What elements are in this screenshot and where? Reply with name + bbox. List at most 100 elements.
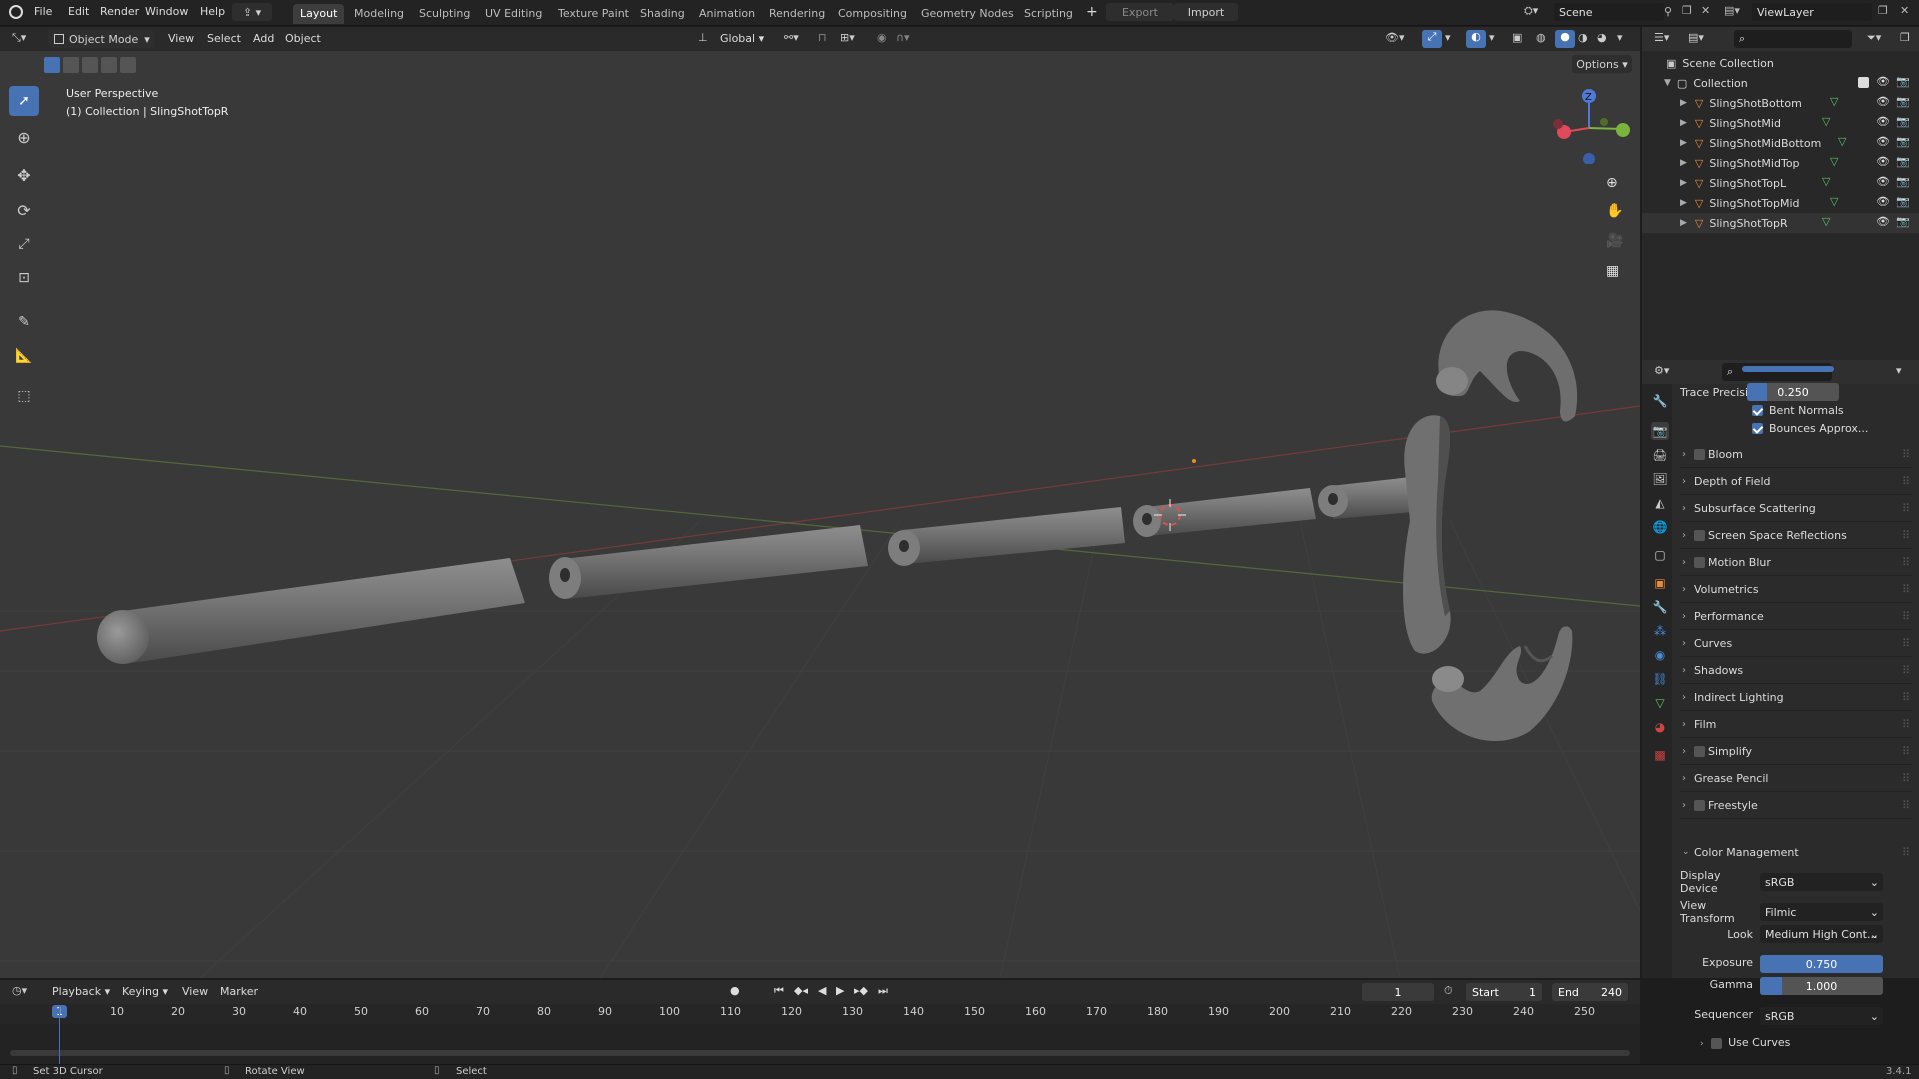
panel-enable-checkbox[interactable] (1694, 746, 1705, 757)
jump-end-icon[interactable]: ⏭ (878, 984, 888, 998)
eye-icon[interactable]: 👁 (1876, 215, 1890, 228)
jump-start-icon[interactable]: ⏮ (774, 984, 784, 998)
expand-arrow-icon[interactable]: ▶ (1680, 98, 1687, 108)
drag-handle-icon[interactable]: ⠿ (1902, 556, 1910, 569)
tab-shading[interactable]: Shading (633, 4, 692, 24)
tab-geometry-nodes[interactable]: Geometry Nodes (914, 4, 1021, 24)
display-device-select[interactable]: sRGB ⌄ (1760, 873, 1883, 891)
constraints-tab-icon[interactable]: ⛓ (1651, 670, 1669, 688)
delete-scene-icon[interactable]: ✕ (1701, 4, 1710, 17)
color-management-header[interactable]: ⌄ Color Management ⠿ (1680, 840, 1913, 864)
move-tool[interactable]: ✥ (9, 160, 39, 190)
view-layer-selector[interactable]: ViewLayer (1752, 3, 1872, 21)
play-reverse-icon[interactable]: ◀ (818, 984, 826, 997)
scene-tab-icon[interactable]: ◭ (1651, 494, 1669, 512)
transform-orientation-icon[interactable]: ⊥ (698, 31, 708, 44)
menu-view[interactable]: View (168, 32, 194, 45)
camera-render-icon[interactable]: 📷 (1896, 175, 1910, 188)
outliner-object-row[interactable]: ▶ ▽ SlingShotTopR ▽ 👁 📷 (1642, 213, 1919, 233)
panel-header[interactable]: › Curves ⠿ (1680, 631, 1913, 657)
expand-arrow-icon[interactable]: ▶ (1680, 118, 1687, 128)
editor-type-icon[interactable]: ⤡▾ (12, 31, 26, 45)
transform-tool[interactable]: ⊡ (9, 263, 39, 293)
tab-sculpting[interactable]: Sculpting (412, 4, 477, 24)
drag-handle-icon[interactable]: ⠿ (1902, 718, 1910, 731)
output-tab-icon[interactable]: 🖨 (1651, 446, 1669, 464)
scale-tool[interactable]: ⤢ (9, 229, 39, 259)
select-box-tool[interactable]: ➚ (9, 86, 39, 116)
delete-view-layer-icon[interactable]: ✕ (1900, 4, 1909, 17)
sequencer-select[interactable]: sRGB ⌄ (1760, 1007, 1883, 1025)
panel-enable-checkbox[interactable] (1694, 449, 1705, 460)
expand-arrow-icon[interactable]: ▶ (1680, 138, 1687, 148)
eye-icon[interactable]: 👁 (1876, 135, 1890, 148)
select-intersect-icon[interactable] (120, 57, 136, 73)
panel-header[interactable]: › Volumetrics ⠿ (1680, 577, 1913, 603)
camera-icon[interactable]: 🎥 (1606, 233, 1623, 249)
bounces-approx-row[interactable]: Bounces Approx... (1680, 416, 1913, 440)
render-tab-icon[interactable]: 📷 (1651, 422, 1669, 440)
object-tab-icon[interactable]: ▣ (1651, 574, 1669, 592)
navigation-gizmo[interactable]: Z (1552, 84, 1632, 164)
menu-view[interactable]: View (182, 985, 208, 998)
select-subtract-icon[interactable] (82, 57, 98, 73)
outliner-object-row[interactable]: ▶ ▽ SlingShotMidTop ▽ 👁 📷 (1642, 153, 1919, 173)
editor-type-icon[interactable]: ☰▾ (1654, 31, 1669, 44)
current-frame-field[interactable]: 1 (1362, 983, 1434, 1001)
panel-enable-checkbox[interactable] (1694, 557, 1705, 568)
eye-icon[interactable]: 👁 (1876, 175, 1890, 188)
collection-row[interactable]: ▼ ▢ Collection 👁 📷 (1642, 73, 1919, 93)
display-mode-icon[interactable]: ▤▾ (1688, 31, 1704, 44)
tab-compositing[interactable]: Compositing (831, 4, 914, 24)
drag-handle-icon[interactable]: ⠿ (1902, 637, 1910, 650)
grid-perspective-icon[interactable]: ▦ (1606, 263, 1619, 279)
menu-keying[interactable]: Keying ▾ (122, 985, 168, 998)
menu-window[interactable]: Window (145, 5, 188, 18)
particles-tab-icon[interactable]: ⁂ (1651, 622, 1669, 640)
annotate-tool[interactable]: ✎ (9, 307, 39, 337)
expand-arrow-icon[interactable]: ▼ (1664, 78, 1671, 88)
eye-icon[interactable]: 👁 (1876, 95, 1890, 108)
tool-tab-icon[interactable]: 🔧 (1651, 392, 1669, 410)
material-shading-icon[interactable]: ◑ (1578, 31, 1588, 44)
mesh-data-icon[interactable]: ▽ (1830, 95, 1838, 108)
rotate-tool[interactable]: ⟳ (9, 195, 39, 225)
drag-handle-icon[interactable]: ⠿ (1902, 691, 1910, 704)
expand-arrow-icon[interactable]: ▶ (1680, 198, 1687, 208)
outliner-search-input[interactable]: ⌕ (1734, 30, 1852, 48)
collection-tab-icon[interactable]: ▢ (1651, 546, 1669, 564)
panel-header[interactable]: › Motion Blur ⠿ (1680, 550, 1913, 576)
menu-file[interactable]: File (34, 5, 52, 18)
select-extend-icon[interactable] (63, 57, 79, 73)
tab-layout[interactable]: Layout (293, 4, 345, 24)
use-curves-checkbox[interactable] (1711, 1037, 1723, 1049)
drag-handle-icon[interactable]: ⠿ (1902, 529, 1910, 542)
panel-header[interactable]: › Indirect Lighting ⠿ (1680, 685, 1913, 711)
gizmo-toggle-icon[interactable]: ⤢ (1422, 30, 1442, 48)
gamma-field[interactable]: 1.000 (1760, 977, 1883, 995)
tab-animation[interactable]: Animation (692, 4, 762, 24)
expand-arrow-icon[interactable]: ▶ (1680, 158, 1687, 168)
drag-handle-icon[interactable]: ⠿ (1902, 664, 1910, 677)
expand-arrow-icon[interactable]: ▶ (1680, 218, 1687, 228)
data-tab-icon[interactable]: ▽ (1651, 694, 1669, 712)
rendered-shading-icon[interactable]: ◕ (1597, 31, 1607, 44)
panel-header[interactable]: › Simplify ⠿ (1680, 739, 1913, 765)
camera-render-icon[interactable]: 📷 (1896, 75, 1910, 88)
bounces-approx-checkbox[interactable] (1752, 423, 1763, 434)
panel-header[interactable]: › Performance ⠿ (1680, 604, 1913, 630)
xray-icon[interactable]: ▣ (1512, 31, 1522, 44)
panel-header[interactable]: › Shadows ⠿ (1680, 658, 1913, 684)
drag-handle-icon[interactable]: ⠿ (1902, 502, 1910, 515)
3d-viewport[interactable]: User Perspective (1) Collection | SlingS… (0, 51, 1640, 978)
filter-icon[interactable]: ⏷▾ (1867, 31, 1881, 45)
start-frame-field[interactable]: Start 1 (1466, 983, 1542, 1001)
snap-target-icon[interactable]: ⊞▾ (840, 31, 855, 44)
eye-icon[interactable]: 👁 (1876, 155, 1890, 168)
use-curves-row[interactable]: › Use Curves (1700, 1036, 1900, 1056)
factor-slider[interactable] (1742, 366, 1834, 372)
outliner-object-row[interactable]: ▶ ▽ SlingShotMidBottom ▽ 👁 📷 (1642, 133, 1919, 153)
select-invert-icon[interactable] (101, 57, 117, 73)
bent-normals-checkbox[interactable] (1752, 405, 1763, 416)
playhead-line[interactable] (59, 1006, 60, 1064)
